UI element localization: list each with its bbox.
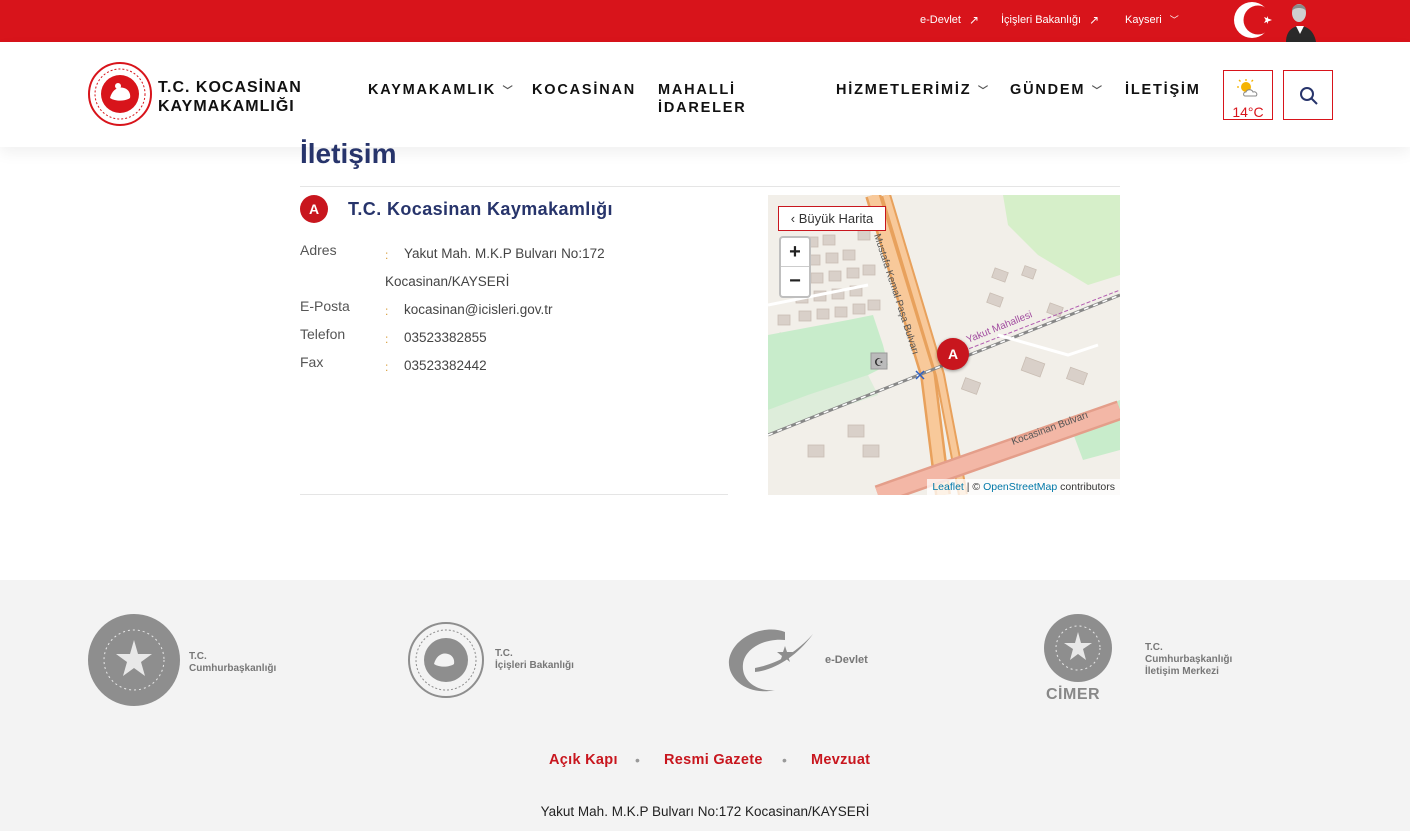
chevron-down-icon: ﹀ [1169,15,1179,25]
address-value-line1: Yakut Mah. M.K.P Bulvarı No:172 [404,246,605,261]
external-link-icon: ↗ [968,13,980,27]
presidential-seal-icon [88,614,180,706]
flag-ataturk-icon [1234,2,1316,42]
topbar-link-edevlet-label: e-Devlet [920,14,961,26]
footer-address: Yakut Mah. M.K.P Bulvarı No:172 Kocasina… [540,804,870,819]
topbar-link-icisleri[interactable]: İçişleri Bakanlığı ↗ [1001,13,1099,27]
weather-widget[interactable]: 14°C [1223,70,1273,120]
brand-line-2: KAYMAKAMLIĞI [158,98,295,115]
nav-item-mahalli-idareler[interactable]: MAHALLİ İDARELER [658,81,747,117]
map-location-pin[interactable]: A [937,338,969,370]
divider [300,494,728,495]
footer-logo-cumhurbaskanligi[interactable]: T.C. Cumhurbaşkanlığı [88,614,288,706]
attribution-separator: | © [966,481,981,493]
chevron-down-icon: ﹀ [1087,86,1104,97]
nav-label: GÜNDEM [1010,82,1086,98]
logo-text: İçişleri Bakanlığı [495,660,574,671]
weather-temperature: 14°C [1232,104,1264,120]
email-value[interactable]: kocasinan@icisleri.gov.tr [404,302,553,317]
footer-logo-icisleri[interactable]: T.C. İçişleri Bakanlığı [408,622,578,700]
interior-ministry-seal-icon [408,622,484,698]
topbar-link-icisleri-label: İçişleri Bakanlığı [1001,14,1082,26]
kaymakamlik-seal-logo[interactable] [88,62,152,126]
openstreetmap-link[interactable]: OpenStreetMap [983,481,1057,493]
partly-cloudy-icon [1237,79,1258,97]
address-label: Adres [300,242,337,258]
footer-separator: • [782,752,787,768]
divider [300,186,1120,187]
phone-value[interactable]: 03523382855 [404,330,487,345]
big-map-label: Büyük Harita [798,211,874,226]
logo-text: Cumhurbaşkanlığı [1145,654,1233,665]
logo-text: e-Devlet [825,654,868,666]
nav-item-gundem[interactable]: GÜNDEM ﹀ [1010,81,1104,101]
nav-label: MAHALLİ [658,82,736,98]
logo-text: T.C. [495,648,513,659]
zoom-out-button[interactable]: − [781,267,809,296]
nav-item-kocasinan[interactable]: KOCASİNAN [532,81,636,99]
external-link-icon: ↗ [1089,13,1100,27]
colon-separator: : [385,304,389,318]
cimer-seal-icon [1044,614,1112,682]
colon-separator: : [385,248,389,262]
main-header: T.C. KOCASİNAN KAYMAKAMLIĞI KAYMAKAMLIK … [0,42,1410,147]
footer: T.C. Cumhurbaşkanlığı T.C. İçişleri Baka… [0,580,1410,831]
logo-text: CİMER [1046,686,1101,703]
logo-text: Cumhurbaşkanlığı [189,663,277,674]
nav-label: KAYMAKAMLIK [368,82,497,98]
chevron-left-icon: ‹ [790,211,796,226]
nav-item-hizmetlerimiz[interactable]: HİZMETLERİMİZ ﹀ [836,81,990,101]
leaflet-link[interactable]: Leaflet [932,481,964,493]
footer-link-acik-kapi[interactable]: Açık Kapı [549,752,618,768]
footer-link-mevzuat[interactable]: Mevzuat [811,752,870,768]
colon-separator: : [385,332,389,346]
footer-logo-cimer[interactable]: CİMER T.C. Cumhurbaşkanlığı İletişim Mer… [1044,614,1254,706]
zoom-in-button[interactable]: + [781,238,809,267]
location-marker-badge: A [300,195,328,223]
colon-separator: : [385,360,389,374]
brand-title[interactable]: T.C. KOCASİNAN KAYMAKAMLIĞI [158,78,302,116]
logo-text: T.C. [1145,642,1163,653]
logo-text: İletişim Merkezi [1145,666,1219,677]
svg-text:☪: ☪ [874,356,884,369]
logo-text: T.C. [189,651,207,662]
topbar-city-label: Kayseri [1125,13,1162,26]
nav-label: İDARELER [658,100,747,116]
nav-label: İLETİŞİM [1125,82,1201,98]
location-map[interactable]: Mustafa Kemal Paşa Bulvarı Yakut Mahalle… [768,195,1120,495]
address-value-line2: Kocasinan/KAYSERİ [385,274,510,289]
chevron-down-icon: ﹀ [498,86,515,97]
nav-item-kaymakamlik[interactable]: KAYMAKAMLIK ﹀ [368,81,514,101]
attribution-tail: contributors [1060,481,1115,493]
footer-logo-edevlet[interactable]: e-Devlet [725,624,875,698]
edevlet-logo-icon [728,629,813,692]
search-button[interactable] [1283,70,1333,120]
nav-label: KOCASİNAN [532,82,637,98]
footer-link-resmi-gazete[interactable]: Resmi Gazete [664,752,763,768]
brand-line-1: T.C. KOCASİNAN [158,79,302,96]
email-label: E-Posta [300,298,350,314]
zoom-control: + − [779,236,811,298]
fax-value: 03523382442 [404,358,487,373]
footer-separator: • [635,752,640,768]
nav-label: HİZMETLERİMİZ [836,82,972,98]
fax-label: Fax [300,354,324,370]
institution-name: T.C. Kocasinan Kaymakamlığı [348,199,613,219]
search-icon [1300,87,1318,105]
chevron-down-icon: ﹀ [973,86,990,97]
map-attribution: Leaflet | © OpenStreetMap contributors [927,479,1120,495]
page-title: İletişim [300,138,397,169]
phone-label: Telefon [300,326,346,342]
top-bar: e-Devlet ↗ İçişleri Bakanlığı ↗ Kayseri … [0,0,1410,42]
topbar-city-dropdown[interactable]: Kayseri ﹀ [1125,13,1179,26]
nav-item-iletisim[interactable]: İLETİŞİM [1125,81,1201,99]
big-map-button[interactable]: ‹ Büyük Harita [778,206,886,231]
topbar-link-edevlet[interactable]: e-Devlet ↗ [920,13,979,27]
